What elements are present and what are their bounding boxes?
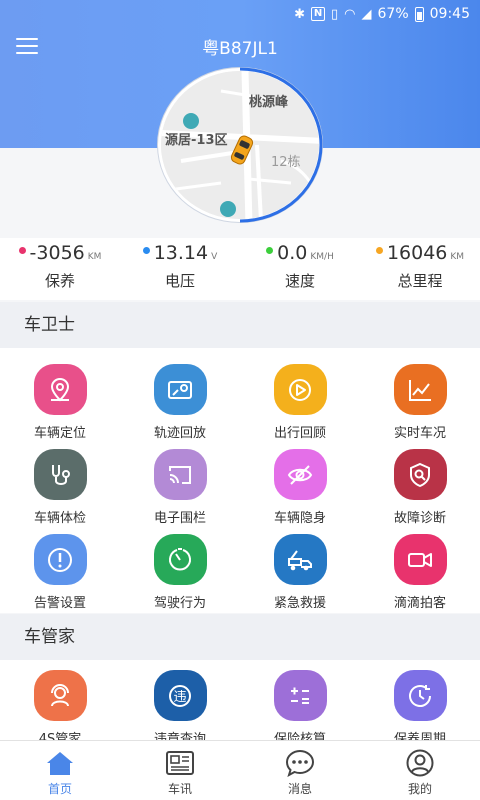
feature-track-playback[interactable]: 轨迹回放 [120,352,240,441]
speedometer-icon [153,534,207,585]
signal-icon: ◢ [361,6,372,22]
feature-emergency-rescue[interactable]: 紧急救援 [240,522,360,611]
status-bar: ✱ N ▯ ◠ ◢ 67% 09:45 [0,0,480,28]
nfc-icon: N [311,7,326,21]
feature-insurance-calc[interactable]: 保险核算 [240,660,360,740]
stat-label: 保养 [44,272,75,290]
feature-label: 驾驶行为 [153,596,206,611]
line-chart-icon [393,364,447,415]
section-title-steward: 车管家 [0,614,480,660]
feature-label: 紧急救援 [273,596,326,611]
tab-profile[interactable]: 我的 [360,741,480,800]
feature-label: 4S管家 [38,732,82,740]
play-circle-icon [273,364,327,415]
guard-grid: 车辆定位 轨迹回放 出行回顾 实时车况 车辆体检 电子围栏 车辆隐身 故障诊断 … [0,348,480,613]
calculator-icon [273,670,327,721]
clock: 09:45 [429,6,470,22]
stat-unit: V [211,252,218,262]
eye-off-icon [273,449,327,500]
bluetooth-icon: ✱ [294,6,306,22]
wifi-icon: ◠ [344,6,356,22]
feature-label: 违章查询 [153,732,206,740]
stats-bar: -3056 KM 保养 13.14 V 电压 0.0 KM/H 速度 16046 KM … [0,238,480,300]
map-label: 12栋 [271,155,301,170]
cast-icon [153,449,207,500]
stat-unit: KM/H [310,252,334,262]
bottom-tab-bar: 首页 车讯 消息 我的 [0,740,480,800]
feature-didi-snap[interactable]: 滴滴拍客 [360,522,480,611]
feature-trip-review[interactable]: 出行回顾 [240,352,360,441]
tab-news[interactable]: 车讯 [120,741,240,800]
feature-maintenance-cycle[interactable]: 保养周期 [360,660,480,740]
stat-total-mileage: 16046 KM 总里程 [360,238,480,300]
stat-unit: KM [450,252,465,262]
stat-value: 13.14 [153,242,209,264]
stat-label: 总里程 [397,272,443,290]
map-track-icon [153,364,207,415]
stat-label: 速度 [284,272,315,290]
feature-4s-steward[interactable]: 4S管家 [0,660,120,740]
battery-icon [414,6,424,22]
feature-alert-settings[interactable]: 告警设置 [0,522,120,611]
status-dot [266,247,274,254]
feature-realtime-status[interactable]: 实时车况 [360,352,480,441]
video-camera-icon [393,534,447,585]
vibrate-icon: ▯ [331,6,339,22]
stat-unit: KM [87,252,102,262]
tab-label: 首页 [47,782,72,796]
location-pin-icon [33,364,87,415]
violation-icon: 违 [153,670,207,721]
status-dot [375,247,383,254]
service-agent-icon [33,670,87,721]
shield-search-icon [393,449,447,500]
stat-value: -3056 [29,242,85,264]
feature-violation-query[interactable]: 违 违章查询 [120,660,240,740]
feature-fault-diagnosis[interactable]: 故障诊断 [360,437,480,526]
car-icon [230,135,254,165]
feature-label: 保险核算 [273,732,326,740]
battery-percent: 67% [377,6,409,22]
feature-label: 保养周期 [393,732,446,740]
tow-truck-icon [273,534,327,585]
steward-grid: 4S管家 违 违章查询 保险核算 保养周期 [0,660,480,740]
section-title-guard: 车卫士 [0,302,480,348]
alert-icon [33,534,87,585]
feature-label: 滴滴拍客 [393,596,446,611]
stat-maintenance: -3056 KM 保养 [0,238,120,300]
stat-speed: 0.0 KM/H 速度 [240,238,360,300]
stat-value: 16046 [386,242,448,264]
news-icon [120,749,240,777]
home-icon [0,749,120,777]
feature-vehicle-checkup[interactable]: 车辆体检 [0,437,120,526]
feature-driving-behavior[interactable]: 驾驶行为 [120,522,240,611]
feature-label: 告警设置 [33,596,86,611]
tab-label: 消息 [287,782,312,796]
tab-label: 我的 [407,782,432,796]
tab-messages[interactable]: 消息 [240,741,360,800]
map-label: 桃源峰 [249,95,289,110]
clock-cycle-icon [393,670,447,721]
map-label: 源居-13区 [165,133,228,148]
vehicle-map[interactable]: 桃源峰 源居-13区 12栋 [158,67,323,223]
map-view[interactable]: 桃源峰 源居-13区 12栋 [158,68,322,222]
plate-number: 粤B87JL1 [202,39,278,59]
stethoscope-icon [33,449,87,500]
stat-label: 电压 [164,272,195,290]
stat-voltage: 13.14 V 电压 [120,238,240,300]
tab-label: 车讯 [167,782,192,796]
chat-icon [240,749,360,777]
feature-geofence[interactable]: 电子围栏 [120,437,240,526]
stat-value: 0.0 [277,242,308,264]
status-dot [142,247,150,254]
feature-vehicle-location[interactable]: 车辆定位 [0,352,120,441]
status-dot [18,247,26,254]
tab-home[interactable]: 首页 [0,741,120,800]
profile-icon [360,749,480,777]
svg-text:违: 违 [173,690,186,705]
feature-vehicle-stealth[interactable]: 车辆隐身 [240,437,360,526]
